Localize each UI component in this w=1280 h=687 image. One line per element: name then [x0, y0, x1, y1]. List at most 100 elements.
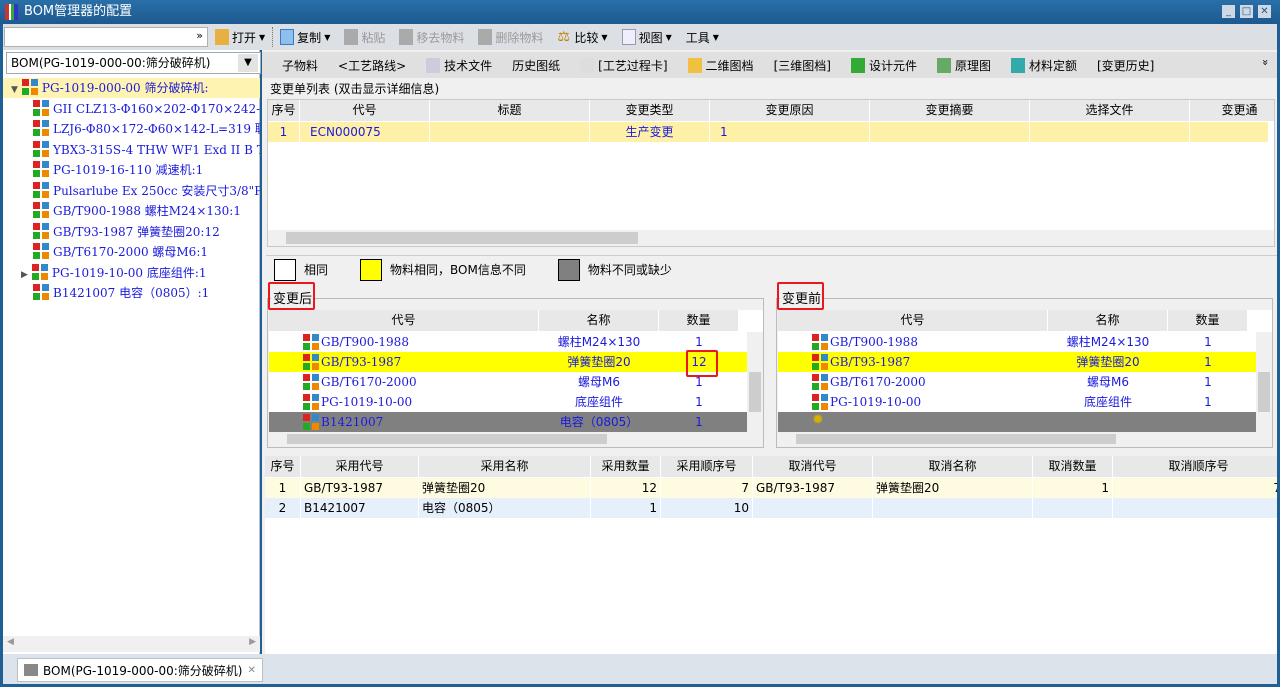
dropdown-arrow-icon[interactable]: ▼: [238, 54, 258, 72]
search-combo[interactable]: »: [4, 27, 208, 47]
close-button[interactable]: ✕: [1258, 5, 1271, 18]
column-header[interactable]: 取消代号: [753, 456, 873, 477]
column-header[interactable]: 代号: [778, 310, 1048, 331]
compare-row[interactable]: GB/T6170-2000 螺母M6 1: [269, 372, 747, 392]
column-header[interactable]: 采用顺序号: [661, 456, 753, 477]
compare-row[interactable]: GB/T900-1988 螺柱M24×130 1: [269, 332, 747, 352]
tab-item[interactable]: <工艺路线>: [328, 57, 416, 74]
ecn-header[interactable]: 变更摘要: [870, 100, 1030, 121]
column-header[interactable]: 采用数量: [591, 456, 661, 477]
expand-toggle-icon[interactable]: ▼: [11, 85, 18, 95]
column-header[interactable]: 采用名称: [419, 456, 591, 477]
tree-node-label: PG-1019-000-00 筛分破碎机:: [41, 81, 209, 95]
tree-node[interactable]: GB/T900-1988 螺柱M24×130:1: [3, 201, 260, 221]
tab-item[interactable]: [三维图档]: [764, 57, 841, 74]
remove-material-button[interactable]: 移去物料: [392, 26, 471, 48]
bom-item-icon: [812, 354, 828, 370]
tab-item[interactable]: 子物料: [272, 57, 328, 74]
ecn-row[interactable]: 1 ECN000075 生产变更 1: [268, 122, 1268, 142]
ecn-cell: 生产变更: [590, 122, 710, 142]
legend-label-info-diff: 物料相同，BOM信息不同: [390, 263, 526, 277]
tree-node[interactable]: Pulsarlube Ex 250cc 安装尺寸3/8"PT: [3, 181, 260, 201]
open-button[interactable]: 打开 ▼: [208, 26, 272, 48]
ecn-header[interactable]: 标题: [430, 100, 590, 121]
compare-row[interactable]: PG-1019-10-00 底座组件 1: [778, 392, 1256, 412]
horizontal-scrollbar[interactable]: ◀ ▶: [3, 636, 260, 652]
minimize-button[interactable]: _: [1222, 5, 1235, 18]
tab-label: 材料定额: [1028, 58, 1077, 73]
tab-item[interactable]: 技术文件: [416, 57, 502, 74]
compare-row[interactable]: GB/T6170-2000 螺母M6 1: [778, 372, 1256, 392]
close-tab-icon[interactable]: ✕: [247, 665, 255, 676]
ecn-header[interactable]: 变更通: [1190, 100, 1274, 121]
tab-item[interactable]: 设计元件: [841, 57, 927, 74]
tab-item[interactable]: 材料定额: [1001, 57, 1087, 74]
paste-button[interactable]: 粘贴: [337, 26, 392, 48]
compare-row[interactable]: PG-1019-10-00 底座组件 1: [269, 392, 747, 412]
tab-item[interactable]: 二维图档: [678, 57, 764, 74]
scrollbar-thumb[interactable]: [749, 372, 761, 412]
tree-node[interactable]: ▶ PG-1019-10-00 底座组件:1: [3, 263, 260, 283]
column-header[interactable]: 名称: [1048, 310, 1168, 331]
ecn-header[interactable]: 变更原因: [710, 100, 870, 121]
compare-row[interactable]: GB/T93-1987 弹簧垫圈20 1: [778, 352, 1256, 372]
view-button[interactable]: 视图 ▼: [615, 26, 679, 48]
tree-node[interactable]: YBX3-315S-4 THW WF1 Exd II B T4 IP: [3, 140, 260, 160]
compare-row[interactable]: B1421007 电容（0805） 1: [269, 412, 747, 432]
change-row[interactable]: 1GB/T93-1987弹簧垫圈20127GB/T93-1987弹簧垫圈2017: [265, 478, 1277, 498]
column-header[interactable]: 取消名称: [873, 456, 1033, 477]
caret-icon: ▼: [665, 32, 672, 42]
qty-cell: 1: [1204, 335, 1212, 349]
tree-node[interactable]: GB/T6170-2000 螺母M6:1: [3, 242, 260, 262]
tab-label: 技术文件: [444, 58, 493, 73]
tree-node[interactable]: ▼ PG-1019-000-00 筛分破碎机:: [3, 78, 260, 98]
compare-row[interactable]: GB/T900-1988 螺柱M24×130 1: [778, 332, 1256, 352]
column-header[interactable]: 数量: [659, 310, 739, 331]
tab-item[interactable]: 原理图: [927, 57, 1001, 74]
tree-node[interactable]: GB/T93-1987 弹簧垫圈20:12: [3, 222, 260, 242]
column-header[interactable]: 采用代号: [301, 456, 419, 477]
ecn-header[interactable]: 序号: [268, 100, 300, 121]
change-row[interactable]: 2 B1421007 电容（0805） 1 10: [265, 498, 1277, 518]
tab-item[interactable]: [工艺过程卡]: [570, 57, 677, 74]
ecn-cell: 1: [268, 122, 300, 142]
scrollbar-thumb[interactable]: [286, 232, 638, 244]
change-cell: [1113, 498, 1277, 518]
bom-select[interactable]: BOM(PG-1019-000-00:筛分破碎机) ▼: [6, 52, 261, 74]
caret-icon: ▼: [324, 32, 331, 42]
compare-row[interactable]: ✹: [778, 412, 1256, 432]
compare-row[interactable]: GB/T93-1987 弹簧垫圈20 12: [269, 352, 747, 372]
column-header[interactable]: 取消数量: [1033, 456, 1113, 477]
tree-node[interactable]: LZJ6-Φ80×172-Φ60×142-L=319 联轴器: [3, 119, 260, 139]
tree-node[interactable]: B1421007 电容（0805）:1: [3, 283, 260, 303]
tools-button[interactable]: 工具 ▼: [679, 26, 726, 48]
tree-node-label: LZJ6-Φ80×172-Φ60×142-L=319 联轴器: [53, 122, 260, 136]
tab-item[interactable]: [变更历史]: [1087, 57, 1164, 74]
copy-button[interactable]: 复制 ▼: [273, 26, 337, 48]
tab-item[interactable]: 历史图纸: [502, 57, 570, 74]
column-header[interactable]: 序号: [265, 456, 301, 477]
tab-label: [变更历史]: [1096, 58, 1155, 73]
scrollbar-thumb[interactable]: [1258, 372, 1270, 412]
bom-item-icon: [812, 394, 828, 410]
ecn-header[interactable]: 代号: [300, 100, 430, 121]
maximize-button[interactable]: □: [1240, 5, 1253, 18]
compare-button[interactable]: ⚖ 比较 ▼: [550, 26, 614, 48]
column-header[interactable]: 名称: [539, 310, 659, 331]
gear-icon: ✹: [812, 412, 824, 428]
highlight-box: [777, 282, 824, 310]
document-tab[interactable]: BOM(PG-1019-000-00:筛分破碎机) ✕: [17, 658, 263, 682]
scrollbar-thumb[interactable]: [287, 434, 607, 444]
tree-node[interactable]: GII CLZ13-Φ160×202-Φ170×242-L=462: [3, 99, 260, 119]
column-header[interactable]: 取消顺序号: [1113, 456, 1277, 477]
ecn-header[interactable]: 变更类型: [590, 100, 710, 121]
tree-node[interactable]: PG-1019-16-110 减速机:1: [3, 160, 260, 180]
column-header[interactable]: 代号: [269, 310, 539, 331]
ecn-header[interactable]: 选择文件: [1030, 100, 1190, 121]
scrollbar-thumb[interactable]: [796, 434, 1116, 444]
column-header[interactable]: 数量: [1168, 310, 1248, 331]
delete-material-button[interactable]: 删除物料: [471, 26, 550, 48]
name-cell: 底座组件: [1083, 395, 1132, 409]
more-tabs-icon[interactable]: »: [1259, 59, 1272, 66]
expand-toggle-icon[interactable]: ▶: [21, 270, 28, 280]
